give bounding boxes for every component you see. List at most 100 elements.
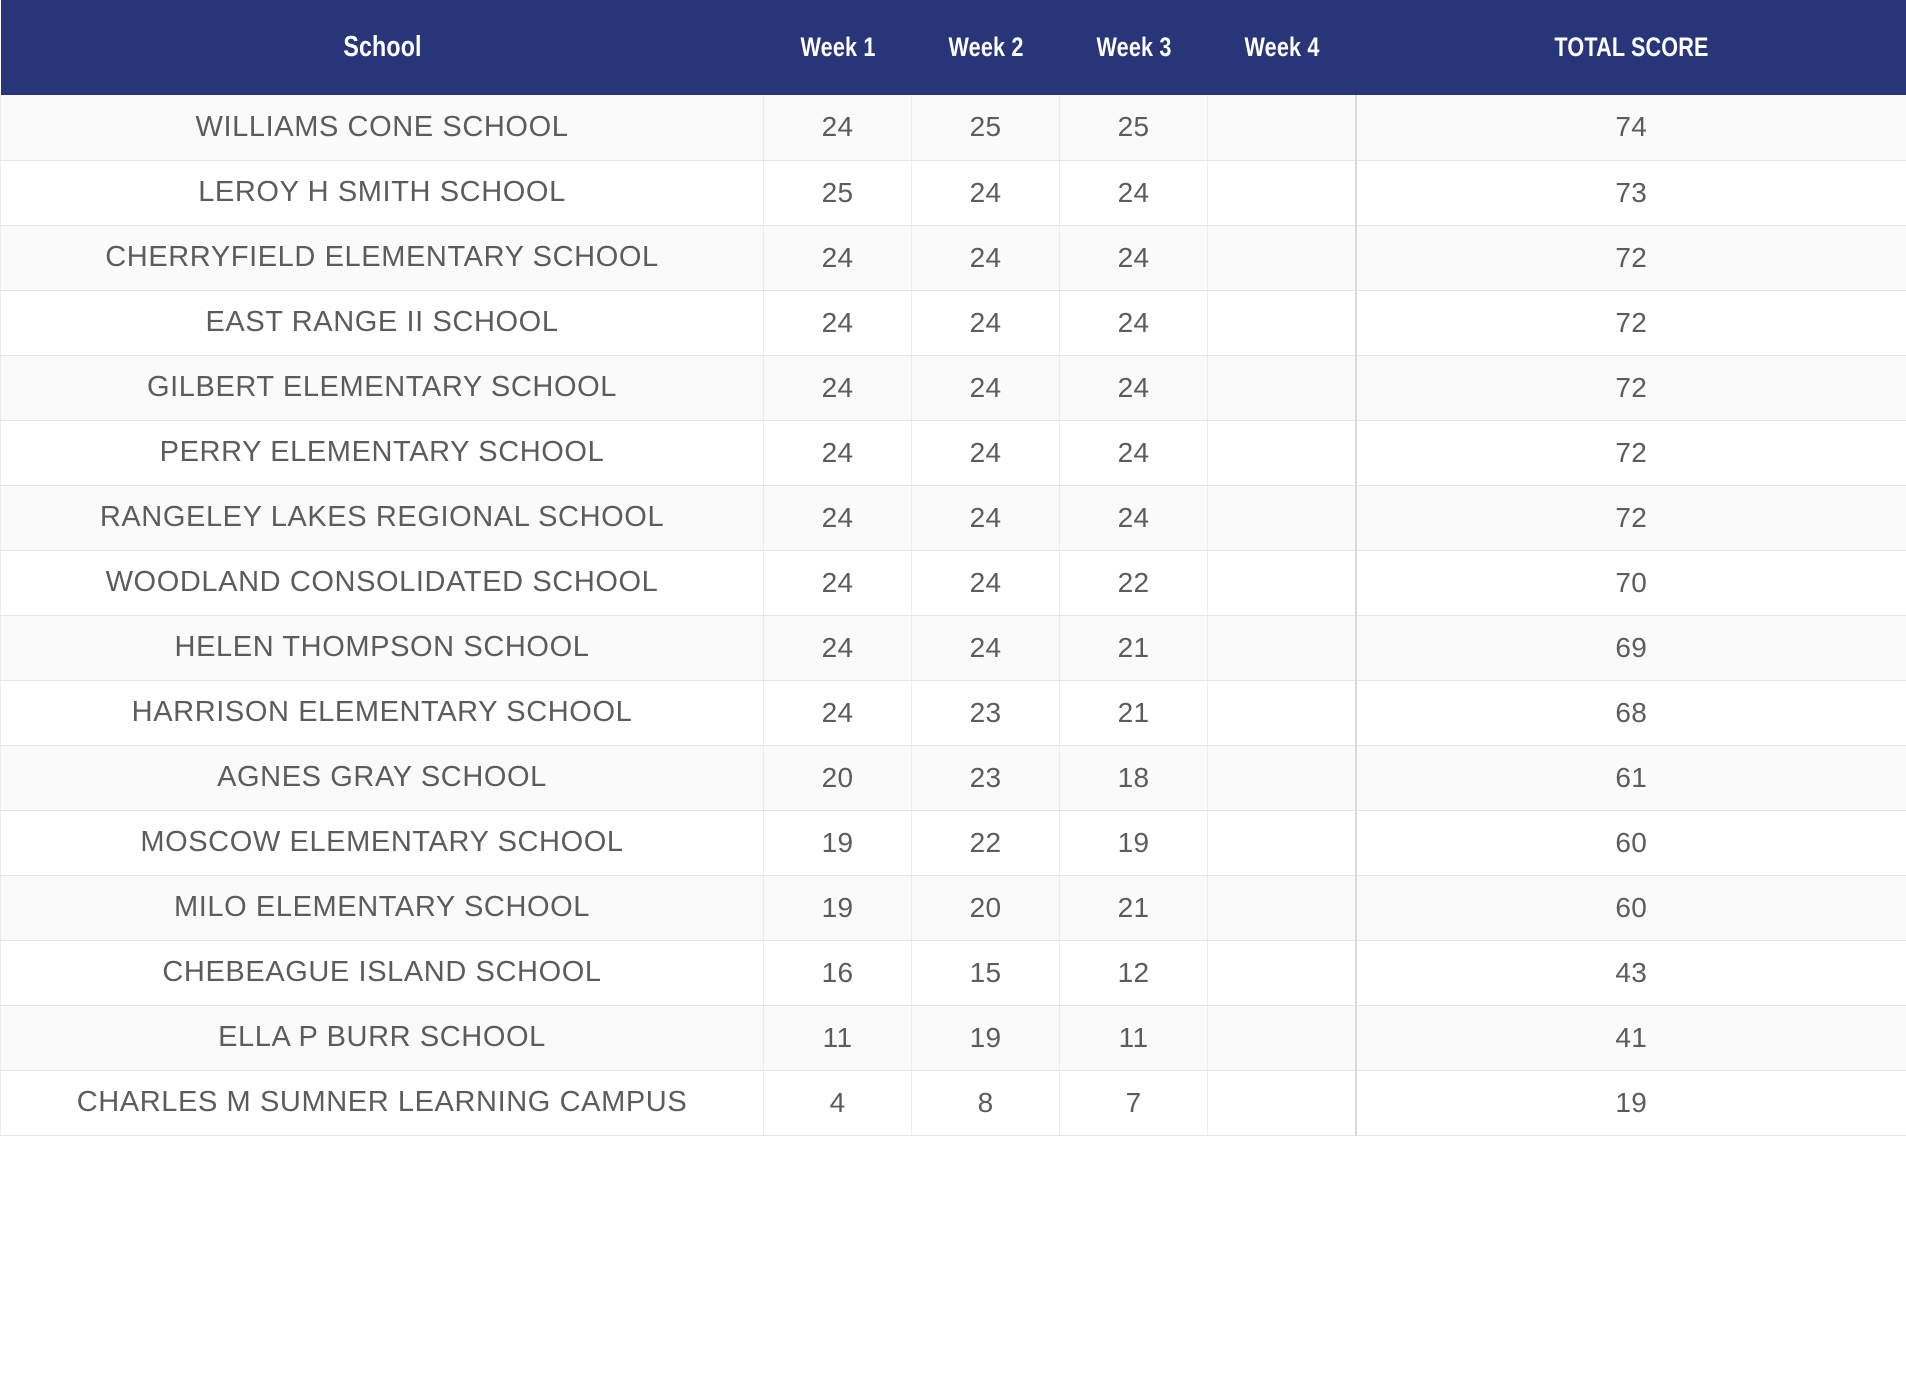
table-row[interactable]: GILBERT ELEMENTARY SCHOOL 24 24 24 72	[0, 355, 1906, 421]
cell-week3: 24	[1059, 225, 1208, 291]
cell-week2: 24	[911, 355, 1060, 421]
cell-week1: 24	[763, 225, 912, 291]
cell-total-score: 60	[1354, 875, 1906, 941]
cell-week3: 21	[1059, 680, 1208, 746]
cell-week2: 22	[911, 810, 1060, 876]
column-header-school[interactable]: School	[76, 0, 688, 95]
column-header-total-score[interactable]: TOTAL SCORE	[1410, 0, 1852, 95]
cell-week4	[1207, 355, 1356, 421]
cell-total-score: 41	[1354, 1005, 1906, 1071]
cell-school: ELLA P BURR SCHOOL	[0, 1005, 764, 1071]
cell-week3: 11	[1059, 1005, 1208, 1071]
cell-week4	[1207, 290, 1356, 356]
cell-week4	[1207, 485, 1356, 551]
table-row[interactable]: WILLIAMS CONE SCHOOL 24 25 25 74	[0, 95, 1906, 161]
cell-week1: 19	[763, 875, 912, 941]
column-header-week4[interactable]: Week 4	[1222, 0, 1341, 95]
cell-week4	[1207, 680, 1356, 746]
cell-week2: 24	[911, 550, 1060, 616]
cell-week1: 16	[763, 940, 912, 1006]
cell-week4	[1207, 1070, 1356, 1136]
column-header-week1[interactable]: Week 1	[778, 0, 897, 95]
cell-week2: 24	[911, 160, 1060, 226]
cell-total-score: 72	[1354, 355, 1906, 421]
cell-week2: 23	[911, 745, 1060, 811]
column-header-week3[interactable]: Week 3	[1074, 0, 1193, 95]
cell-week2: 20	[911, 875, 1060, 941]
cell-week3: 12	[1059, 940, 1208, 1006]
cell-school: RANGELEY LAKES REGIONAL SCHOOL	[0, 485, 764, 551]
cell-week2: 25	[911, 95, 1060, 161]
cell-week4	[1207, 160, 1356, 226]
cell-week3: 21	[1059, 875, 1208, 941]
cell-week2: 24	[911, 290, 1060, 356]
table-header: School Week 1 Week 2 Week 3 Week 4 TOTAL…	[0, 0, 1906, 95]
cell-week4	[1207, 745, 1356, 811]
cell-school: CHARLES M SUMNER LEARNING CAMPUS	[0, 1070, 764, 1136]
table-row[interactable]: WOODLAND CONSOLIDATED SCHOOL 24 24 22 70	[0, 550, 1906, 616]
cell-school: PERRY ELEMENTARY SCHOOL	[0, 420, 764, 486]
cell-week4	[1207, 810, 1356, 876]
column-header-week2[interactable]: Week 2	[926, 0, 1045, 95]
cell-week3: 22	[1059, 550, 1208, 616]
table-row[interactable]: HARRISON ELEMENTARY SCHOOL 24 23 21 68	[0, 680, 1906, 746]
cell-total-score: 72	[1354, 485, 1906, 551]
cell-school: GILBERT ELEMENTARY SCHOOL	[0, 355, 764, 421]
table-row[interactable]: CHEBEAGUE ISLAND SCHOOL 16 15 12 43	[0, 940, 1906, 1006]
cell-week3: 25	[1059, 95, 1208, 161]
cell-school: MOSCOW ELEMENTARY SCHOOL	[0, 810, 764, 876]
cell-week4	[1207, 615, 1356, 681]
cell-week2: 24	[911, 225, 1060, 291]
cell-week1: 11	[763, 1005, 912, 1071]
table-row[interactable]: RANGELEY LAKES REGIONAL SCHOOL 24 24 24 72	[0, 485, 1906, 551]
cell-week3: 24	[1059, 420, 1208, 486]
cell-week3: 18	[1059, 745, 1208, 811]
table-row[interactable]: CHERRYFIELD ELEMENTARY SCHOOL 24 24 24 72	[0, 225, 1906, 291]
cell-week3: 19	[1059, 810, 1208, 876]
cell-school: WOODLAND CONSOLIDATED SCHOOL	[0, 550, 764, 616]
cell-total-score: 61	[1354, 745, 1906, 811]
cell-week3: 7	[1059, 1070, 1208, 1136]
cell-week4	[1207, 875, 1356, 941]
cell-week2: 24	[911, 420, 1060, 486]
cell-week1: 24	[763, 290, 912, 356]
table-row[interactable]: MILO ELEMENTARY SCHOOL 19 20 21 60	[0, 875, 1906, 941]
cell-total-score: 72	[1354, 420, 1906, 486]
table-body: WILLIAMS CONE SCHOOL 24 25 25 74 LEROY H SMIT…	[0, 95, 1906, 1136]
cell-school: MILO ELEMENTARY SCHOOL	[0, 875, 764, 941]
cell-week1: 19	[763, 810, 912, 876]
cell-week3: 24	[1059, 160, 1208, 226]
cell-week4	[1207, 550, 1356, 616]
cell-total-score: 74	[1354, 95, 1906, 161]
table-row[interactable]: MOSCOW ELEMENTARY SCHOOL 19 22 19 60	[0, 810, 1906, 876]
cell-week2: 23	[911, 680, 1060, 746]
cell-week2: 24	[911, 615, 1060, 681]
table-row[interactable]: LEROY H SMITH SCHOOL 25 24 24 73	[0, 160, 1906, 226]
cell-week4	[1207, 940, 1356, 1006]
cell-school: HELEN THOMPSON SCHOOL	[0, 615, 764, 681]
cell-total-score: 60	[1354, 810, 1906, 876]
cell-week3: 24	[1059, 485, 1208, 551]
cell-total-score: 73	[1354, 160, 1906, 226]
cell-school: AGNES GRAY SCHOOL	[0, 745, 764, 811]
cell-week4	[1207, 225, 1356, 291]
cell-week2: 19	[911, 1005, 1060, 1071]
cell-week4	[1207, 420, 1356, 486]
table-row[interactable]: PERRY ELEMENTARY SCHOOL 24 24 24 72	[0, 420, 1906, 486]
cell-week2: 24	[911, 485, 1060, 551]
cell-week1: 24	[763, 420, 912, 486]
cell-week3: 24	[1059, 355, 1208, 421]
table-row[interactable]: ELLA P BURR SCHOOL 11 19 11 41	[0, 1005, 1906, 1071]
cell-week4	[1207, 95, 1356, 161]
cell-week3: 24	[1059, 290, 1208, 356]
cell-total-score: 68	[1354, 680, 1906, 746]
cell-school: CHEBEAGUE ISLAND SCHOOL	[0, 940, 764, 1006]
table-row[interactable]: EAST RANGE II SCHOOL 24 24 24 72	[0, 290, 1906, 356]
cell-school: WILLIAMS CONE SCHOOL	[0, 95, 764, 161]
cell-week1: 20	[763, 745, 912, 811]
table-row[interactable]: CHARLES M SUMNER LEARNING CAMPUS 4 8 7 19	[0, 1070, 1906, 1136]
table-row[interactable]: HELEN THOMPSON SCHOOL 24 24 21 69	[0, 615, 1906, 681]
cell-week2: 8	[911, 1070, 1060, 1136]
cell-school: HARRISON ELEMENTARY SCHOOL	[0, 680, 764, 746]
table-row[interactable]: AGNES GRAY SCHOOL 20 23 18 61	[0, 745, 1906, 811]
